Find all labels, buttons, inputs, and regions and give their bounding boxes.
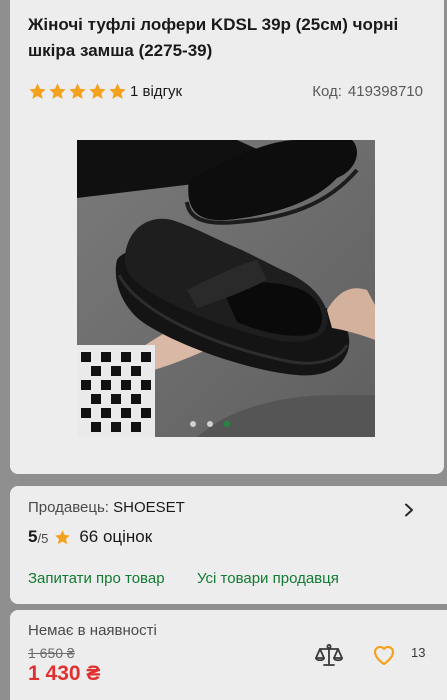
compare-icon[interactable] xyxy=(315,643,343,669)
heart-icon[interactable] xyxy=(372,644,396,666)
product-title: Жіночі туфлі лофери KDSL 39р (25см) чорн… xyxy=(28,15,399,60)
seller-rating-max: /5 xyxy=(37,530,49,546)
all-seller-products-link[interactable]: Усі товари продавця xyxy=(197,570,339,587)
rating-stars[interactable] xyxy=(28,82,127,101)
seller-rating: 5 /5 66 оцінок xyxy=(28,527,152,547)
star-icon xyxy=(69,83,86,99)
seller-ratings-count: 66 оцінок xyxy=(79,527,153,546)
gallery-dot-active[interactable] xyxy=(224,421,230,427)
star-icon xyxy=(29,83,46,99)
stock-status: Немає в наявності xyxy=(28,622,157,639)
star-icon xyxy=(89,83,106,99)
star-icon xyxy=(55,529,71,544)
seller-row[interactable]: Продавець: SHOESET xyxy=(28,499,185,516)
star-icon xyxy=(109,83,126,99)
current-price: 1 430 ₴ xyxy=(28,662,101,685)
old-price: 1 650 ₴ xyxy=(28,645,75,661)
reviews-link[interactable]: 1 відгук xyxy=(130,83,182,100)
star-icon xyxy=(49,83,66,99)
ask-about-product-link[interactable]: Запитати про товар xyxy=(28,570,165,587)
product-code-label: Код: xyxy=(312,83,342,100)
seller-name[interactable]: SHOESET xyxy=(113,499,185,516)
favorites-count: 13 xyxy=(411,645,426,660)
seller-rating-value: 5 xyxy=(28,527,38,546)
gallery-dots[interactable] xyxy=(190,421,230,427)
seller-label: Продавець: xyxy=(28,499,109,516)
product-photo[interactable] xyxy=(77,140,375,437)
gallery-dot[interactable] xyxy=(190,421,196,427)
chevron-right-icon[interactable] xyxy=(403,503,415,517)
loafer-image xyxy=(77,140,375,437)
product-code-value: 419398710 xyxy=(347,83,423,100)
product-code: Код: 419398710 xyxy=(306,83,423,100)
gallery-dot[interactable] xyxy=(207,421,213,427)
